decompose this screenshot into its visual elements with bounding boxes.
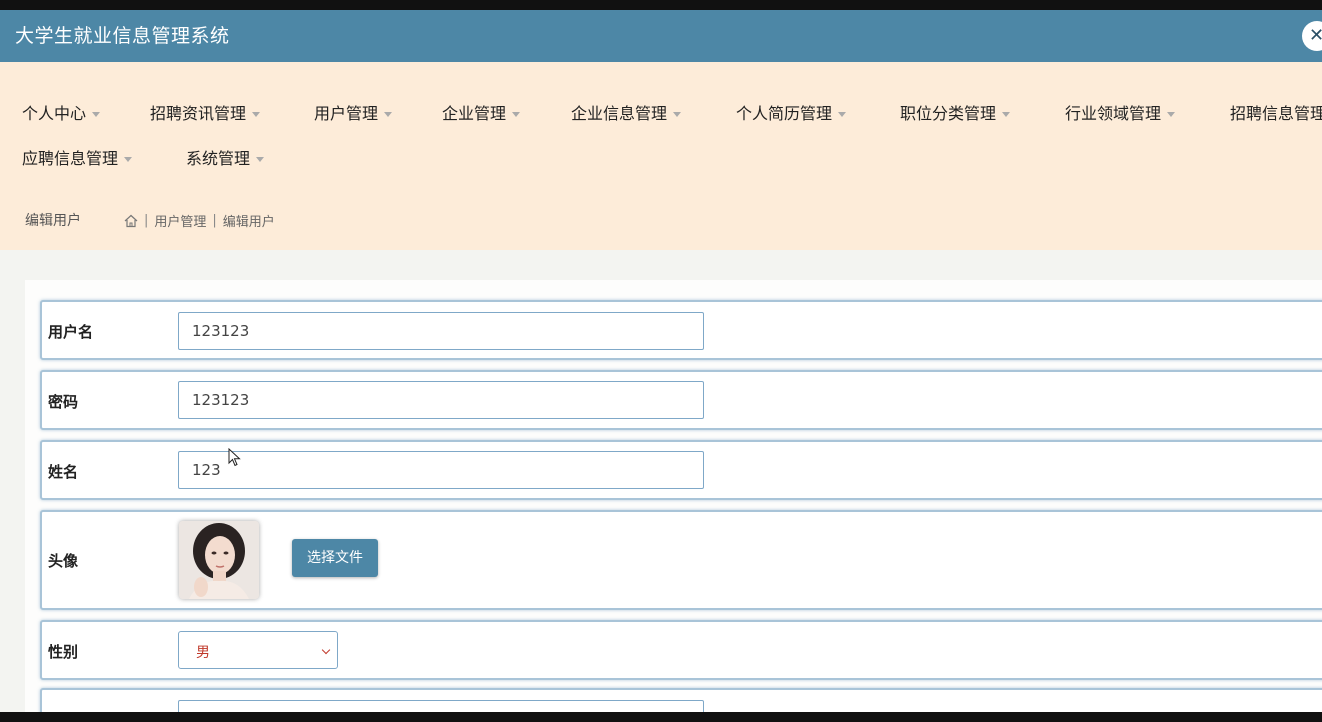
gender-select[interactable]: 男 [178,631,338,669]
breadcrumb-item-users[interactable]: 用户管理 [154,211,206,230]
breadcrumb: | 用户管理 | 编辑用户 [124,211,275,230]
form-row-gender: 性别 男 [40,620,1322,680]
chevron-down-icon [124,157,133,162]
title-bar: 大学生就业信息管理系统 ✕ [0,10,1322,62]
chevron-down-icon [673,112,682,117]
main-nav: 个人中心 招聘资讯管理 用户管理 企业管理 企业信息管理 个人简历管理 职位分类… [0,62,1322,204]
gender-label: 性别 [48,643,79,661]
close-icon[interactable]: ✕ [1302,21,1322,51]
chevron-down-icon [384,112,393,117]
mouse-cursor-icon [228,448,241,467]
form-row-password: 密码 123123 [40,370,1322,430]
chevron-down-icon [252,112,261,117]
chevron-down-icon [321,645,331,655]
breadcrumb-item-edit-user: 编辑用户 [222,215,275,230]
name-input[interactable]: 123 [178,451,704,489]
gender-select-value: 男 [196,645,210,661]
avatar-label: 头像 [48,552,79,570]
nav-item-applications[interactable]: 应聘信息管理 [22,149,133,169]
chevron-down-icon [256,157,265,162]
next-field-input[interactable] [178,700,704,712]
chevron-down-icon [838,112,847,117]
username-label: 用户名 [48,323,94,341]
home-icon[interactable] [124,214,138,228]
password-input[interactable]: 123123 [178,381,704,419]
username-input[interactable]: 123123 [178,312,704,350]
choose-file-button[interactable]: 选择文件 [292,539,378,577]
nav-item-job-categories[interactable]: 职位分类管理 [900,104,1011,124]
bottom-bar [0,712,1322,722]
nav-item-industries[interactable]: 行业领域管理 [1065,104,1176,124]
avatar [179,521,259,599]
nav-item-recruit-news[interactable]: 招聘资讯管理 [150,104,261,124]
chevron-down-icon [92,112,101,117]
nav-item-companies[interactable]: 企业管理 [442,104,521,124]
form-row-avatar: 头像 选择文件 [40,510,1322,610]
breadcrumb-separator: | [212,213,217,228]
nav-item-personal-center[interactable]: 个人中心 [22,104,101,124]
form-row-username: 用户名 123123 [40,300,1322,360]
avatar-image [179,521,259,599]
nav-item-users[interactable]: 用户管理 [314,104,393,124]
nav-item-system[interactable]: 系统管理 [186,149,265,169]
nav-item-job-postings[interactable]: 招聘信息管理 [1230,104,1322,124]
nav-item-resumes[interactable]: 个人简历管理 [736,104,847,124]
chevron-down-icon [1167,112,1176,117]
app-window: 大学生就业信息管理系统 ✕ 个人中心 招聘资讯管理 用户管理 企业管理 企业信息… [0,10,1322,712]
password-label: 密码 [48,393,79,411]
chevron-down-icon [1002,112,1011,117]
app-title: 大学生就业信息管理系统 [15,25,230,47]
chevron-down-icon [512,112,521,117]
page-title: 编辑用户 [25,213,81,229]
nav-item-company-info[interactable]: 企业信息管理 [571,104,682,124]
breadcrumb-separator: | [144,213,149,228]
name-label: 姓名 [48,463,79,481]
form-row-next [40,688,1322,712]
